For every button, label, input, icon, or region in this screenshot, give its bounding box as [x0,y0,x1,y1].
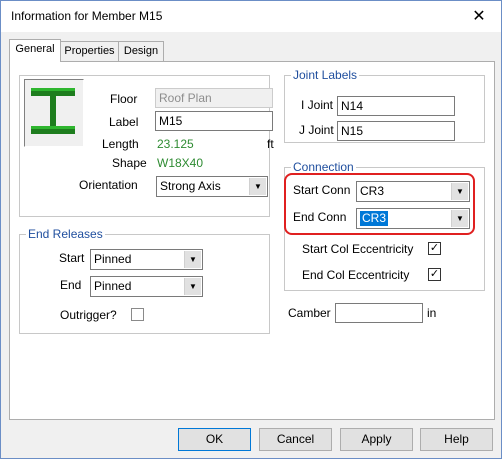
start-release-label: Start [59,251,85,265]
i-joint-field[interactable]: N14 [337,96,455,116]
end-conn-value: CR3 [360,211,389,226]
camber-field[interactable] [335,303,423,323]
end-conn-select[interactable]: CR3 ▼ [356,208,470,229]
end-release-select[interactable]: Pinned ▼ [90,276,203,297]
joint-labels-title: Joint Labels [291,68,360,82]
connection-group: Connection Start Conn CR3 ▼ End Conn CR3… [284,160,485,291]
end-releases-title: End Releases [26,227,105,241]
cancel-button[interactable]: Cancel [259,428,332,451]
apply-button[interactable]: Apply [340,428,413,451]
orientation-select[interactable]: Strong Axis ▼ [156,176,268,197]
orientation-label: Orientation [79,178,138,192]
start-conn-label: Start Conn [293,183,351,197]
start-conn-value: CR3 [360,184,385,198]
i-beam-icon [24,79,84,147]
chevron-down-icon[interactable]: ▼ [451,183,468,200]
j-joint-field[interactable]: N15 [337,121,455,141]
orientation-value: Strong Axis [160,179,221,193]
end-conn-label: End Conn [293,210,347,224]
window-title: Information for Member M15 [11,9,163,23]
tab-general[interactable]: General [9,39,61,62]
label-label: Label [109,115,139,129]
ok-button[interactable]: OK [178,428,251,451]
shape-label: Shape [112,156,147,170]
camber-label: Camber [288,306,331,320]
start-release-value: Pinned [94,252,132,266]
joint-labels-group: Joint Labels I Joint N14 J Joint N15 [284,68,485,143]
dialog-window: Information for Member M15 ✕ General Pro… [0,0,502,459]
label-field[interactable]: M15 [155,111,273,131]
title-bar: Information for Member M15 ✕ [1,1,501,32]
chevron-down-icon[interactable]: ▼ [184,278,201,295]
help-button[interactable]: Help [420,428,493,451]
start-release-select[interactable]: Pinned ▼ [90,249,203,270]
end-release-label: End [60,278,82,292]
end-col-ecc-label: End Col Eccentricity [302,268,410,282]
j-joint-label: J Joint [299,123,334,137]
end-col-ecc-checkbox[interactable]: ✓ [428,268,441,281]
member-info-group: Floor Roof Plan Label M15 Length 23.125 … [19,75,274,217]
outrigger-label: Outrigger? [60,308,117,322]
shape-value: W18X40 [157,156,204,170]
general-tab-panel: Floor Roof Plan Label M15 Length 23.125 … [9,61,495,420]
start-conn-select[interactable]: CR3 ▼ [356,181,470,202]
end-releases-group: End Releases Start Pinned ▼ End Pinned ▼… [19,227,270,334]
close-icon[interactable]: ✕ [457,1,501,31]
start-col-ecc-checkbox[interactable]: ✓ [428,242,441,255]
length-value: 23.125 [157,137,194,151]
length-unit: ft [267,137,274,151]
outrigger-checkbox[interactable] [131,308,144,321]
floor-field: Roof Plan [155,88,273,108]
chevron-down-icon[interactable]: ▼ [249,178,266,195]
start-col-ecc-label: Start Col Eccentricity [302,242,414,256]
end-release-value: Pinned [94,279,132,293]
tab-design[interactable]: Design [118,41,164,61]
tab-properties[interactable]: Properties [60,41,119,61]
floor-label: Floor [110,92,138,106]
camber-unit: in [427,306,437,320]
button-bar: OK Cancel Apply Help [1,423,501,458]
chevron-down-icon[interactable]: ▼ [184,251,201,268]
connection-title: Connection [291,160,356,174]
chevron-down-icon[interactable]: ▼ [451,210,468,227]
i-joint-label: I Joint [301,98,334,112]
length-label: Length [102,137,139,151]
